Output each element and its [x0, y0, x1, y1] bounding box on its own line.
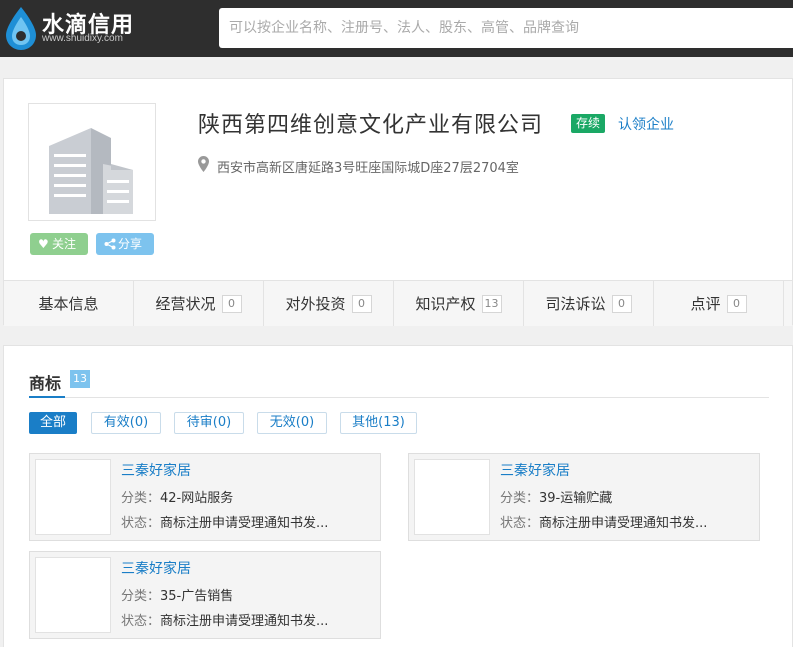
- tab-label: 对外投资: [285, 295, 346, 313]
- tab-basic-info[interactable]: 基本信息: [4, 281, 134, 326]
- category-value: 35-广告销售: [160, 589, 234, 604]
- tab-count: 13: [481, 294, 502, 313]
- search-input[interactable]: [219, 8, 793, 48]
- status-value: 商标注册申请受理通知书发...: [160, 614, 329, 629]
- location-pin-icon: [198, 156, 209, 172]
- company-name: 陕西第四维创意文化产业有限公司: [198, 113, 544, 138]
- heart-icon: ♥: [38, 237, 49, 251]
- tab-count: 0: [351, 294, 372, 313]
- filter-other[interactable]: 其他(13): [340, 412, 417, 434]
- trademark-card[interactable]: 三秦好家居 分类：39-运输贮藏 状态：商标注册申请受理通知书发...: [408, 453, 760, 541]
- trademark-image: [35, 557, 111, 633]
- tab-count: 0: [221, 294, 242, 313]
- claim-company-link[interactable]: 认领企业: [618, 114, 674, 134]
- trademark-card[interactable]: 三秦好家居 分类：35-广告销售 状态：商标注册申请受理通知书发...: [29, 551, 381, 639]
- trademark-image: [35, 459, 111, 535]
- section-divider: [29, 397, 769, 398]
- tab-intellectual-property[interactable]: 知识产权 13: [394, 281, 524, 326]
- trademark-section: 商标 13 全部 有效(0) 待审(0) 无效(0) 其他(13) 三秦好家居 …: [3, 345, 793, 647]
- share-label: 分享: [118, 237, 143, 251]
- trademark-status: 状态：商标注册申请受理通知书发...: [121, 512, 328, 531]
- follow-label: 关注: [52, 237, 77, 251]
- category-key: 分类：: [121, 589, 161, 604]
- share-button[interactable]: 分享: [96, 233, 154, 255]
- trademark-status: 状态：商标注册申请受理通知书发...: [500, 512, 707, 531]
- trademark-category: 分类：39-运输贮藏: [500, 487, 612, 506]
- tab-label: 知识产权: [415, 295, 476, 313]
- category-key: 分类：: [500, 491, 540, 506]
- top-bar: 水滴信用 www.shuidixy.com: [0, 0, 793, 57]
- trademark-category: 分类：42-网站服务: [121, 487, 233, 506]
- follow-button[interactable]: ♥ 关注: [30, 233, 88, 255]
- tab-count: 0: [726, 294, 747, 313]
- section-title-underline: [29, 396, 65, 398]
- status-badge: 存续: [571, 114, 606, 133]
- tab-label: 基本信息: [38, 295, 99, 313]
- company-card: ♥ 关注 分享 陕西第四维创意文化产业有限公司 存续 认领企业 西安市高新区唐延…: [3, 78, 793, 326]
- trademark-name[interactable]: 三秦好家居: [121, 460, 191, 480]
- trademark-image: [414, 459, 490, 535]
- category-value: 39-运输贮藏: [539, 491, 613, 506]
- status-key: 状态：: [500, 516, 540, 531]
- company-logo-placeholder: [28, 103, 156, 221]
- company-address: 西安市高新区唐延路3号旺座国际城D座27层2704室: [217, 161, 519, 176]
- tab-label: 司法诉讼: [545, 295, 606, 313]
- trademark-category: 分类：35-广告销售: [121, 585, 233, 604]
- tab-label: 点评: [690, 295, 721, 313]
- trademark-name[interactable]: 三秦好家居: [500, 460, 570, 480]
- section-title: 商标: [29, 374, 62, 393]
- filter-valid[interactable]: 有效(0): [91, 412, 161, 434]
- section-count-badge: 13: [70, 370, 90, 388]
- site-logo[interactable]: 水滴信用 www.shuidixy.com: [0, 0, 160, 57]
- logo-subtext: www.shuidixy.com: [42, 33, 123, 44]
- tab-litigation[interactable]: 司法诉讼 0: [524, 281, 654, 326]
- water-drop-logo-icon: [6, 7, 36, 50]
- filter-invalid[interactable]: 无效(0): [257, 412, 327, 434]
- status-key: 状态：: [121, 614, 161, 629]
- tab-business-status[interactable]: 经营状况 0: [134, 281, 264, 326]
- tab-investments[interactable]: 对外投资 0: [264, 281, 394, 326]
- tab-count: 0: [611, 294, 632, 313]
- filter-pending[interactable]: 待审(0): [174, 412, 244, 434]
- building-placeholder-icon: [49, 128, 133, 214]
- tab-reviews[interactable]: 点评 0: [654, 281, 784, 326]
- status-value: 商标注册申请受理通知书发...: [160, 516, 329, 531]
- trademark-status: 状态：商标注册申请受理通知书发...: [121, 610, 328, 629]
- company-tabs: 基本信息 经营状况 0 对外投资 0 知识产权 13 司法诉讼 0 点评 0: [4, 280, 792, 326]
- category-value: 42-网站服务: [160, 491, 234, 506]
- trademark-card[interactable]: 三秦好家居 分类：42-网站服务 状态：商标注册申请受理通知书发...: [29, 453, 381, 541]
- share-icon: [104, 233, 116, 257]
- tab-label: 经营状况: [155, 295, 216, 313]
- status-key: 状态：: [121, 516, 161, 531]
- status-value: 商标注册申请受理通知书发...: [539, 516, 708, 531]
- category-key: 分类：: [121, 491, 161, 506]
- trademark-name[interactable]: 三秦好家居: [121, 558, 191, 578]
- filter-all[interactable]: 全部: [29, 412, 77, 434]
